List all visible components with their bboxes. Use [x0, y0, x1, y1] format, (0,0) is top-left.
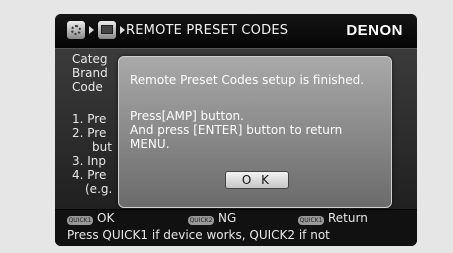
- quick2-ng-label: NG: [218, 211, 237, 225]
- quick1-badge: QUICK1: [67, 216, 93, 225]
- brand-logo: DENON: [346, 22, 403, 39]
- gear-icon: [67, 21, 85, 39]
- dialog-instruction-2: And press [ENTER] button to return: [130, 123, 343, 137]
- instruction-step-4: 4. Pre: [72, 168, 107, 182]
- return-label: Return: [328, 211, 368, 225]
- tv-icon: [98, 21, 116, 39]
- page-title: REMOTE PRESET CODES: [126, 23, 289, 38]
- footer-bar: QUICK1 OK QUICK2 NG QUICK1 Return Press …: [55, 210, 417, 246]
- quick1-badge: QUICK1: [298, 216, 324, 225]
- tv-screen: REMOTE PRESET CODES DENON Categ Brand Co…: [55, 14, 417, 246]
- dialog-instruction-1: Press[AMP] button.: [130, 109, 244, 123]
- dialog-message: Remote Preset Codes setup is finished.: [130, 73, 365, 87]
- breadcrumb-arrow-icon: [89, 26, 94, 34]
- dialog-instruction-3: MENU.: [130, 137, 170, 151]
- setup-finished-dialog: Remote Preset Codes setup is finished. P…: [118, 56, 392, 208]
- quick2-badge: QUICK2: [188, 216, 214, 225]
- breadcrumb-arrow-icon: [120, 26, 125, 34]
- instruction-example: (e.g.: [85, 182, 113, 196]
- instruction-step-3: 3. Inp: [72, 154, 107, 168]
- footer-hint: Press QUICK1 if device works, QUICK2 if …: [67, 228, 330, 242]
- instruction-step-2: 2. Pre: [72, 126, 107, 140]
- category-label: Categ: [72, 52, 108, 66]
- code-label: Code: [72, 80, 103, 94]
- instruction-step-2-cont: but: [92, 140, 112, 154]
- quick1-ok-label: OK: [97, 211, 115, 225]
- header-bar: REMOTE PRESET CODES DENON: [55, 14, 417, 49]
- brand-label: Brand: [72, 66, 108, 80]
- ok-button[interactable]: O K: [225, 171, 289, 189]
- instruction-step-1: 1. Pre: [72, 112, 107, 126]
